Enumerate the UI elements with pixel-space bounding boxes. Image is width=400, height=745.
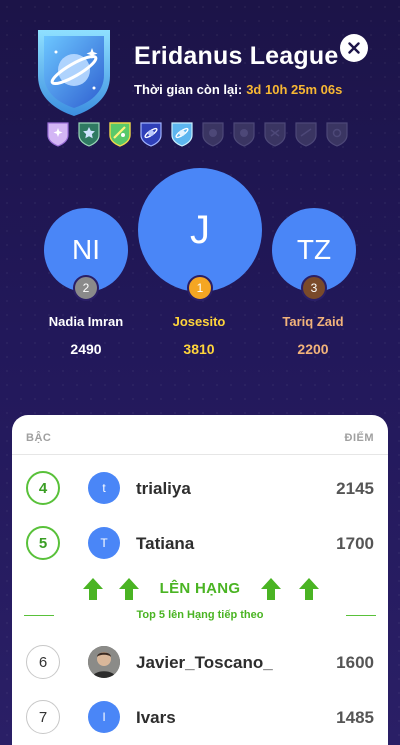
close-icon	[348, 42, 360, 54]
table-row[interactable]: 4 t trialiya 2145	[12, 461, 388, 513]
leaderboard-card[interactable]: BẬC ĐIỂM 4 t trialiya 2145 5 T Tatiana 1…	[12, 415, 388, 745]
time-remaining-label: Thời gian còn lại:	[134, 82, 243, 97]
podium-first-score: 3810	[183, 341, 215, 357]
locked-badge-icon	[202, 122, 224, 147]
avatar: I	[88, 701, 120, 733]
username: Javier_Toscano_	[136, 653, 273, 672]
promotion-zone: LÊN HẠNG Top 5 lên Hạng tiếp theo	[12, 575, 388, 635]
league-badges-row	[46, 121, 349, 147]
league-title: Eridanus League	[134, 42, 339, 70]
promotion-subtitle: Top 5 lên Hạng tiếp theo	[136, 609, 264, 621]
username: trialiya	[136, 479, 191, 498]
rank-number: 5	[26, 526, 60, 560]
avatar: T	[88, 527, 120, 559]
up-arrow-icon	[261, 578, 281, 600]
leaderboard-header: BẬC ĐIỂM	[12, 415, 388, 455]
user-photo-icon	[88, 646, 120, 678]
avatar: t	[88, 472, 120, 504]
promotion-title: LÊN HẠNG	[159, 580, 241, 597]
podium-second-name: Nadia Imran	[48, 314, 124, 329]
podium-second-score: 2490	[70, 341, 102, 357]
purple-star-badge-icon	[47, 122, 69, 147]
up-arrow-icon	[299, 578, 319, 600]
points: 1485	[336, 708, 374, 727]
locked-badge-icon	[264, 122, 286, 147]
rank-badge-3: 3	[301, 275, 327, 301]
points: 1700	[336, 534, 374, 553]
close-button[interactable]	[340, 34, 368, 62]
table-row[interactable]: 5 T Tatiana 1700	[12, 516, 388, 568]
league-shield-icon	[38, 30, 110, 116]
table-row[interactable]: 7 I Ivars 1485	[12, 690, 388, 742]
username: Tatiana	[136, 534, 195, 553]
table-row[interactable]: 6 Javier_Toscano_ 1600	[12, 635, 388, 687]
yellow-badge-icon	[109, 122, 131, 147]
rank-badge-1: 1	[187, 275, 213, 301]
podium-third-name: Tariq Zaid	[282, 314, 344, 329]
time-remaining-value: 3d 10h 25m 06s	[246, 82, 343, 97]
podium-second-place[interactable]: NI 2	[44, 208, 128, 301]
green-star-badge-icon	[78, 122, 100, 147]
username: Ivars	[136, 708, 176, 727]
promotion-divider-right	[346, 615, 376, 616]
podium-first-name: Josesito	[172, 314, 226, 329]
locked-badge-icon	[295, 122, 317, 147]
rank-number: 7	[26, 700, 60, 734]
rank-column-header: BẬC	[26, 432, 52, 444]
time-remaining: Thời gian còn lại: 3d 10h 25m 06s	[134, 82, 342, 97]
avatar: J	[138, 168, 262, 292]
podium-first-place[interactable]: J 1	[138, 168, 262, 301]
rank-number: 4	[26, 471, 60, 505]
eridanus-badge-icon	[171, 122, 193, 147]
podium-third-place[interactable]: TZ 3	[272, 208, 356, 301]
points-column-header: ĐIỂM	[344, 432, 374, 444]
podium-third-score: 2200	[297, 341, 329, 357]
locked-badge-icon	[233, 122, 255, 147]
rank-number: 6	[26, 645, 60, 679]
points: 2145	[336, 479, 374, 498]
blue-planet-badge-icon	[140, 122, 162, 147]
avatar-photo	[88, 646, 120, 678]
locked-badge-icon	[326, 122, 348, 147]
rank-badge-2: 2	[73, 275, 99, 301]
points: 1600	[336, 653, 374, 672]
